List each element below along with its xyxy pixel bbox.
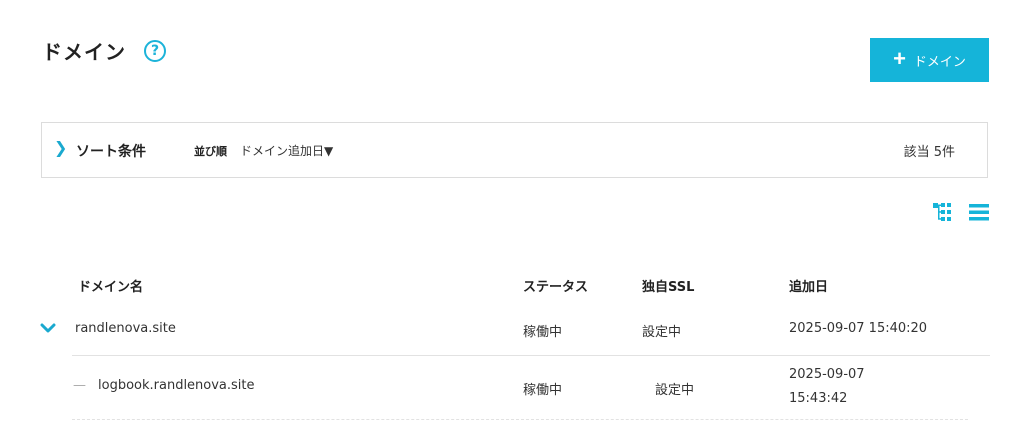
column-header-domain: ドメイン名 xyxy=(78,280,144,295)
row-divider xyxy=(72,355,990,356)
subdomain-added-date: 2025-09-07 xyxy=(789,367,865,382)
subdomain-status: 稼働中 xyxy=(523,383,563,398)
child-indent-dash: — xyxy=(73,378,86,393)
column-header-status: ステータス xyxy=(523,280,589,295)
result-count: 該当 5件 xyxy=(903,145,955,160)
add-domain-button[interactable]: + ドメイン xyxy=(870,38,989,82)
page-title: ドメイン xyxy=(42,40,126,64)
sort-order-select[interactable]: ドメイン追加日▼ xyxy=(240,142,333,159)
column-header-added: 追加日 xyxy=(789,280,829,295)
sort-order-label: 並び順 xyxy=(194,145,227,158)
domain-ssl: 設定中 xyxy=(642,325,682,340)
domain-status: 稼働中 xyxy=(523,325,563,340)
column-header-ssl: 独自SSL xyxy=(642,280,695,295)
chevron-right-icon[interactable]: ❯ xyxy=(54,138,67,157)
domain-name[interactable]: randlenova.site xyxy=(75,321,176,336)
plus-icon: + xyxy=(893,46,906,71)
domain-added-date: 2025-09-07 15:40:20 xyxy=(789,321,928,336)
chevron-down-icon[interactable] xyxy=(40,321,56,335)
list-view-icon[interactable] xyxy=(969,204,989,221)
subdomain-name[interactable]: logbook.randlenova.site xyxy=(98,378,255,393)
help-icon[interactable]: ? xyxy=(144,40,166,62)
add-domain-button-label: ドメイン xyxy=(913,53,966,69)
subdomain-added-time: 15:43:42 xyxy=(789,391,848,406)
row-divider xyxy=(72,419,968,420)
sort-title[interactable]: ソート条件 xyxy=(76,141,146,161)
subdomain-ssl: 設定中 xyxy=(655,383,695,398)
sort-panel: ❯ ソート条件 並び順 ドメイン追加日▼ 該当 5件 xyxy=(41,122,988,178)
tree-view-icon[interactable] xyxy=(933,203,953,221)
